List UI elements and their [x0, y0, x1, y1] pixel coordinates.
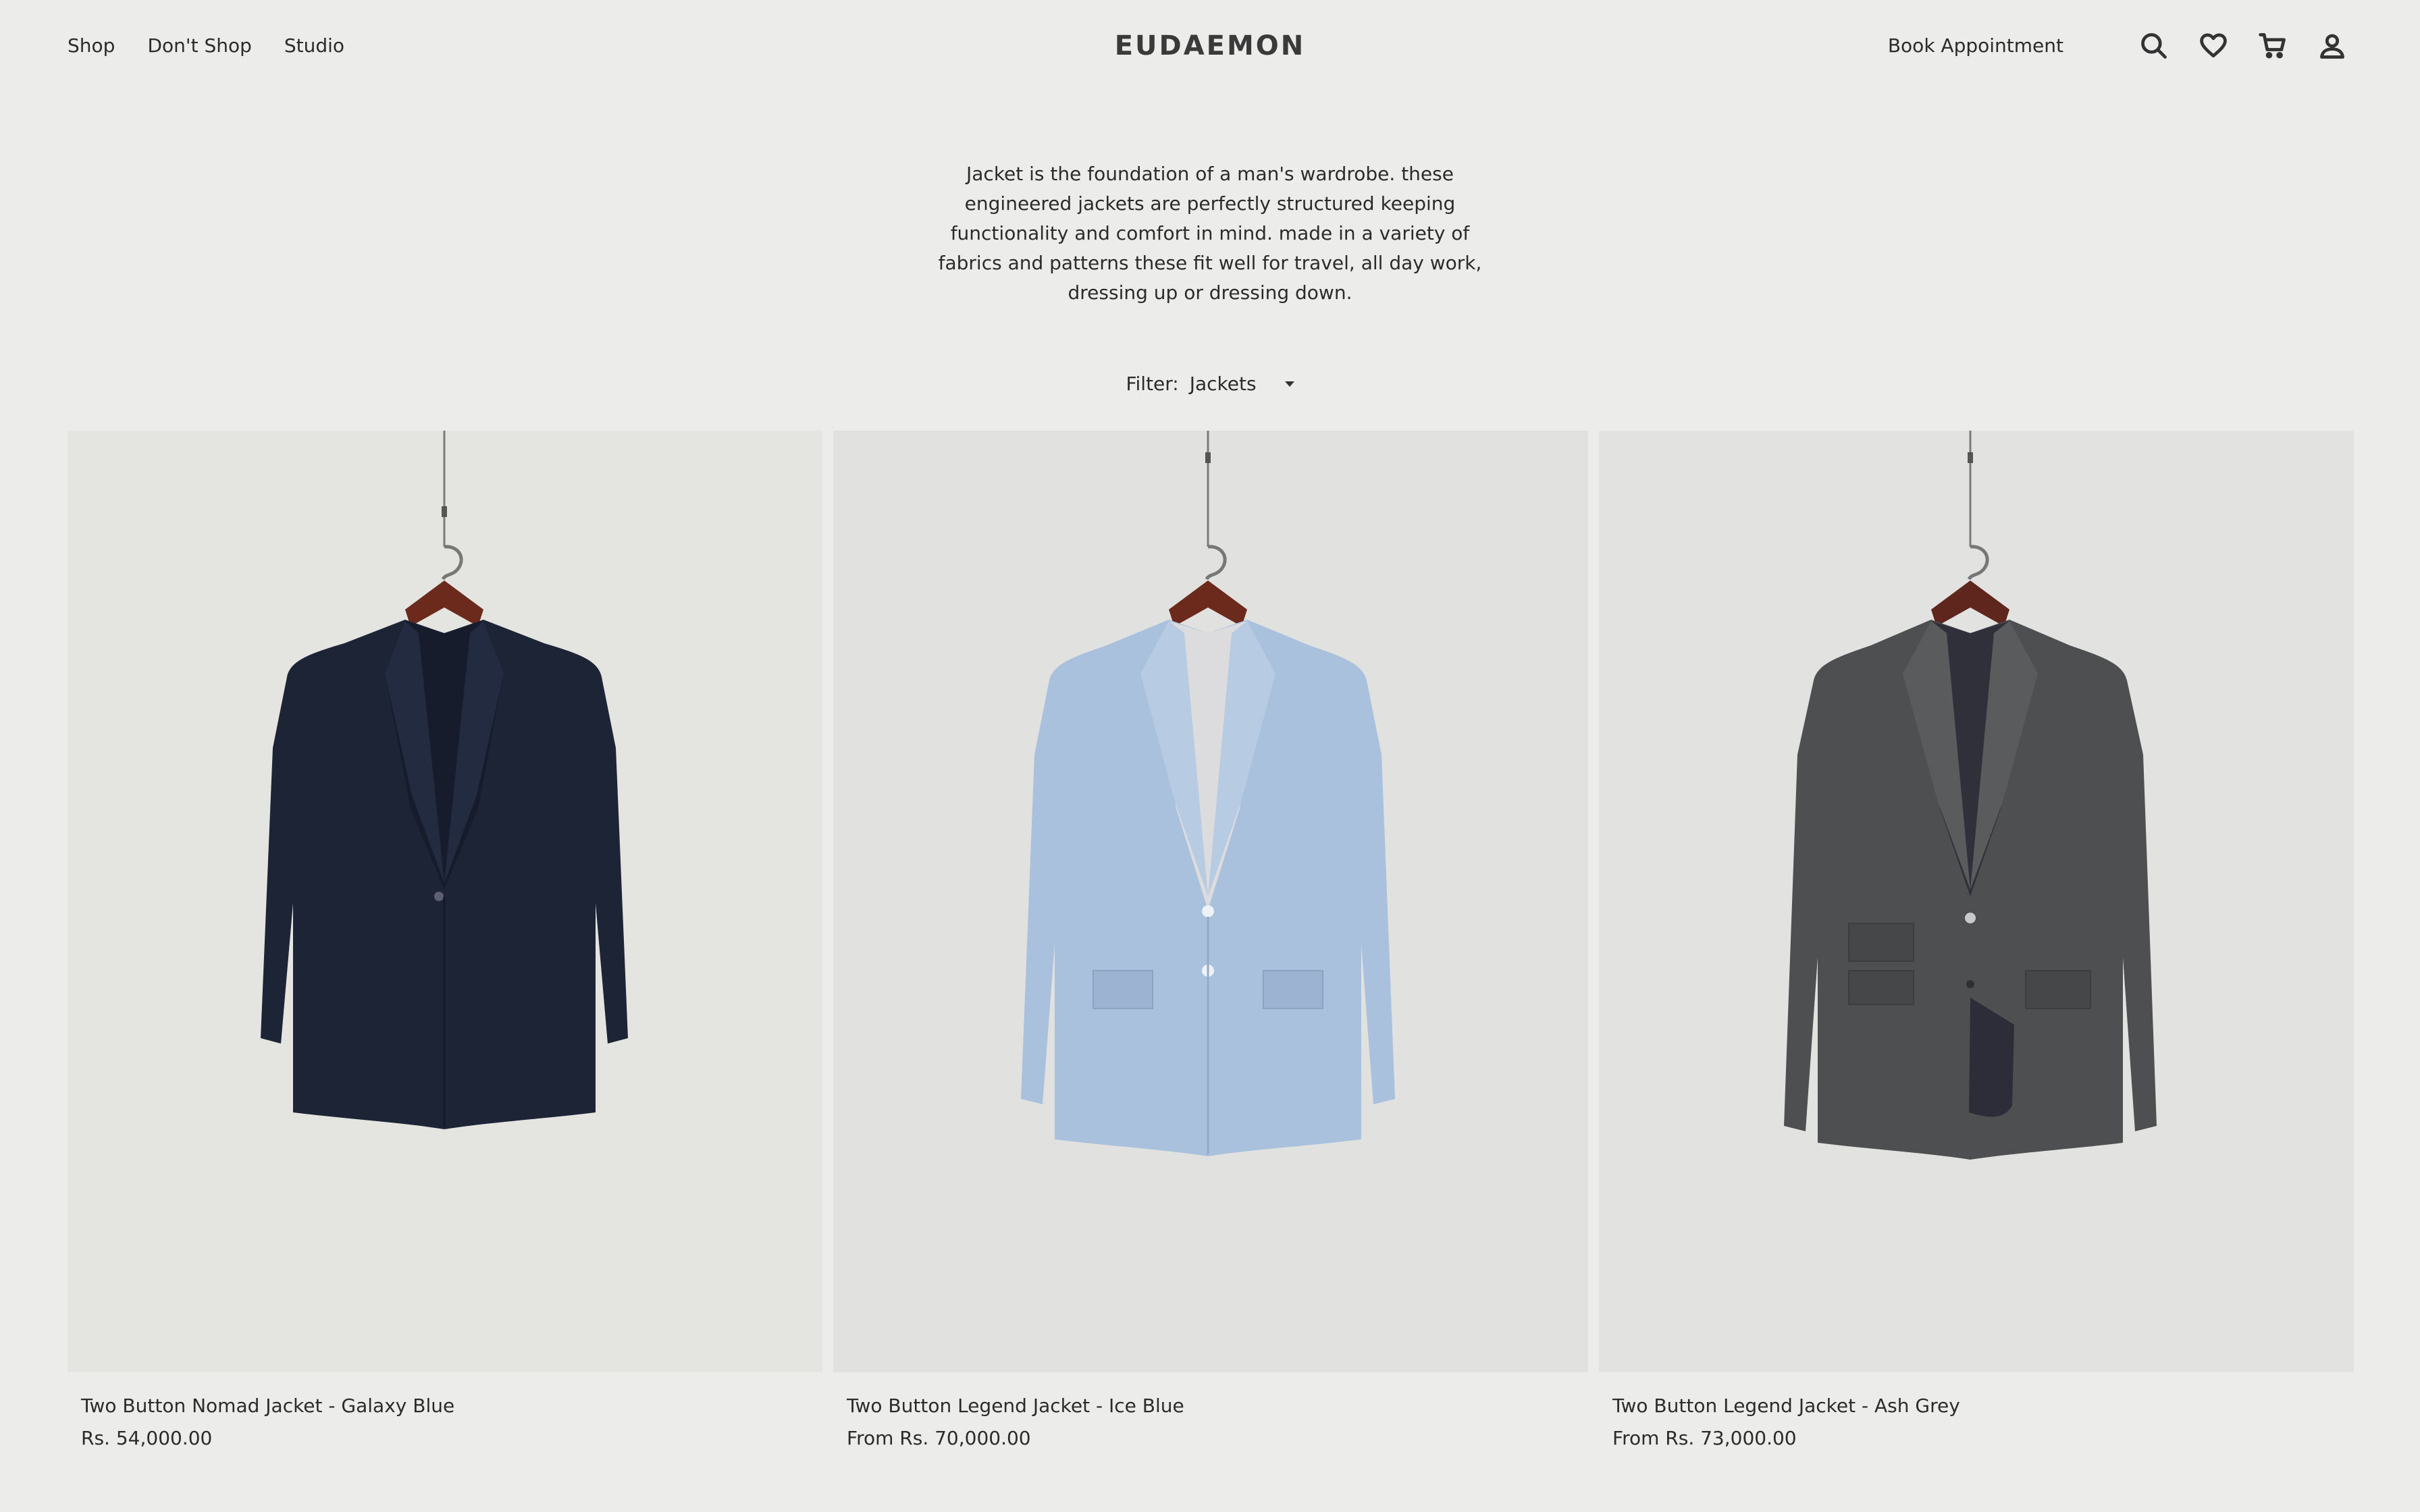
wishlist-button[interactable]: [2193, 26, 2234, 66]
filter-dropdown[interactable]: Jackets: [1190, 373, 1294, 395]
account-button[interactable]: [2312, 26, 2352, 66]
heart-icon: [2200, 33, 2227, 58]
cart-button[interactable]: [2253, 26, 2293, 66]
filter-label: Filter:: [1126, 373, 1179, 395]
product-title[interactable]: Two Button Legend Jacket - Ice Blue: [847, 1393, 1588, 1420]
cart-icon: [2259, 33, 2286, 59]
product-grid: Two Button Nomad Jacket - Galaxy Blue Rs…: [68, 431, 2354, 1452]
product-card[interactable]: Two Button Legend Jacket - Ash Grey From…: [1599, 431, 2354, 1452]
product-image[interactable]: [68, 431, 822, 1372]
product-price: Rs. 54,000.00: [81, 1427, 213, 1449]
product-price: From Rs. 73,000.00: [1612, 1427, 1797, 1449]
product-price: From Rs. 70,000.00: [847, 1427, 1031, 1449]
product-image[interactable]: [833, 431, 1588, 1372]
search-icon: [2141, 33, 2167, 59]
product-card[interactable]: Two Button Legend Jacket - Ice Blue From…: [833, 431, 1588, 1452]
jacket-image: [261, 431, 628, 1129]
product-title[interactable]: Two Button Legend Jacket - Ash Grey: [1612, 1393, 2354, 1420]
product-card[interactable]: Two Button Nomad Jacket - Galaxy Blue Rs…: [68, 431, 822, 1452]
product-image[interactable]: [1599, 431, 2354, 1372]
collection-description: Jacket is the foundation of a man's ward…: [938, 163, 1482, 304]
jacket-image: [1784, 431, 2157, 1160]
account-icon: [2320, 34, 2344, 59]
book-appointment-link[interactable]: Book Appointment: [1888, 26, 2063, 66]
utility-nav: Book Appointment: [1888, 26, 2352, 66]
site-header: Shop Don't Shop Studio EUDAEMON Book App…: [0, 0, 2420, 92]
search-button[interactable]: [2134, 26, 2174, 66]
filter-value: Jackets: [1189, 373, 1257, 395]
chevron-down-icon: [1284, 381, 1294, 387]
brand-logo[interactable]: EUDAEMON: [1115, 27, 1306, 65]
product-title[interactable]: Two Button Nomad Jacket - Galaxy Blue: [81, 1393, 822, 1420]
jacket-image: [1021, 431, 1395, 1156]
filter-bar: Filter: Jackets: [0, 373, 2420, 395]
